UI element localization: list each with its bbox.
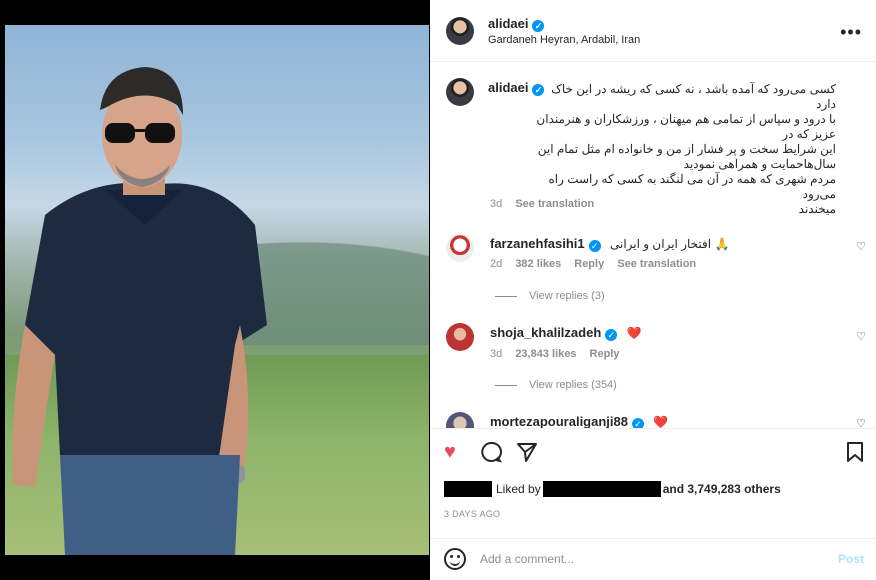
- share-icon[interactable]: [516, 441, 538, 469]
- add-comment-bar: Post: [430, 538, 876, 580]
- comment-meta: 3d 23,843 likes Reply: [490, 348, 630, 360]
- author-avatar[interactable]: [446, 17, 474, 45]
- comment-input[interactable]: [480, 549, 800, 569]
- post-caption: کسی می‌رود که آمده باشد ، نه کسی که ریشه…: [536, 82, 836, 216]
- instagram-post-modal: alidaei ✓ Gardaneh Heyran, Ardabil, Iran …: [0, 0, 876, 580]
- post-location[interactable]: Gardaneh Heyran, Ardabil, Iran: [488, 34, 640, 46]
- comment-likes[interactable]: 23,843 likes: [515, 348, 576, 360]
- comment-username[interactable]: farzanehfasihi1: [490, 236, 585, 251]
- see-translation-link[interactable]: See translation: [515, 198, 594, 210]
- post-photo[interactable]: [5, 25, 429, 555]
- comment-username[interactable]: mortezapouraliganji88: [490, 414, 628, 428]
- comment-text: افتخار ایران و ایرانی 🙏: [610, 237, 730, 251]
- comment-text: ❤️: [626, 326, 642, 340]
- author-username[interactable]: alidaei ✓: [488, 16, 545, 32]
- see-translation-link[interactable]: See translation: [617, 258, 696, 270]
- comment-item: shoja_khalilzadeh ✓ ❤️: [490, 325, 642, 341]
- comments-list: alidaei ✓ کسی می‌رود که آمده باشد ، نه کس…: [430, 62, 876, 428]
- view-replies-button[interactable]: View replies (354): [495, 379, 617, 391]
- heart-icon[interactable]: ♡: [856, 240, 866, 253]
- post-header: alidaei ✓ Gardaneh Heyran, Ardabil, Iran …: [430, 0, 876, 62]
- caption-author-avatar[interactable]: [446, 78, 474, 106]
- more-icon[interactable]: •••: [840, 22, 862, 43]
- bookmark-icon[interactable]: [846, 441, 864, 469]
- comment-text: ❤️: [653, 415, 669, 428]
- replies-divider: [495, 295, 517, 297]
- photo-pane: [0, 0, 430, 580]
- post-button[interactable]: Post: [838, 552, 864, 566]
- verified-icon: ✓: [631, 418, 644, 428]
- heart-icon[interactable]: ♡: [856, 417, 866, 428]
- heart-icon[interactable]: ♥: [444, 441, 456, 464]
- verified-icon: ✓: [605, 329, 618, 341]
- comment-time[interactable]: 2d: [490, 258, 502, 270]
- redacted-avatar: [444, 481, 492, 497]
- reply-button[interactable]: Reply: [574, 258, 604, 270]
- photo-person: [12, 67, 267, 555]
- post-date[interactable]: 3 DAYS AGO: [444, 509, 500, 519]
- comment-meta: 2d 382 likes Reply See translation: [490, 258, 706, 270]
- verified-icon: ✓: [532, 20, 545, 32]
- caption-meta: 3d See translation: [490, 198, 604, 210]
- likes-summary: Liked by and 3,749,283 others: [444, 481, 781, 497]
- caption-time[interactable]: 3d: [490, 198, 502, 210]
- emoji-icon[interactable]: [444, 548, 466, 570]
- redacted-username: [542, 481, 661, 497]
- comment-icon[interactable]: [480, 441, 503, 469]
- heart-icon[interactable]: ♡: [856, 330, 866, 343]
- comment-time[interactable]: 3d: [490, 348, 502, 360]
- reply-button[interactable]: Reply: [590, 348, 620, 360]
- likes-count-link[interactable]: and 3,749,283 others: [663, 482, 781, 496]
- comment-item: mortezapouraliganji88 ✓ ❤️: [490, 414, 668, 428]
- replies-divider: [495, 384, 517, 386]
- post-info-pane: alidaei ✓ Gardaneh Heyran, Ardabil, Iran …: [430, 0, 876, 580]
- comment-avatar[interactable]: [446, 323, 474, 351]
- view-replies-button[interactable]: View replies (3): [495, 290, 605, 302]
- comment-avatar[interactable]: [446, 234, 474, 262]
- verified-icon: ✓: [588, 240, 601, 252]
- comment-avatar[interactable]: [446, 412, 474, 428]
- comment-item: farzanehfasihi1 ✓ افتخار ایران و ایرانی 🙏: [490, 236, 729, 252]
- comment-likes[interactable]: 382 likes: [515, 258, 561, 270]
- action-bar: ♥ Liked by and 3,749,283 others 3 DAYS A…: [430, 428, 876, 528]
- comment-username[interactable]: shoja_khalilzadeh: [490, 325, 601, 340]
